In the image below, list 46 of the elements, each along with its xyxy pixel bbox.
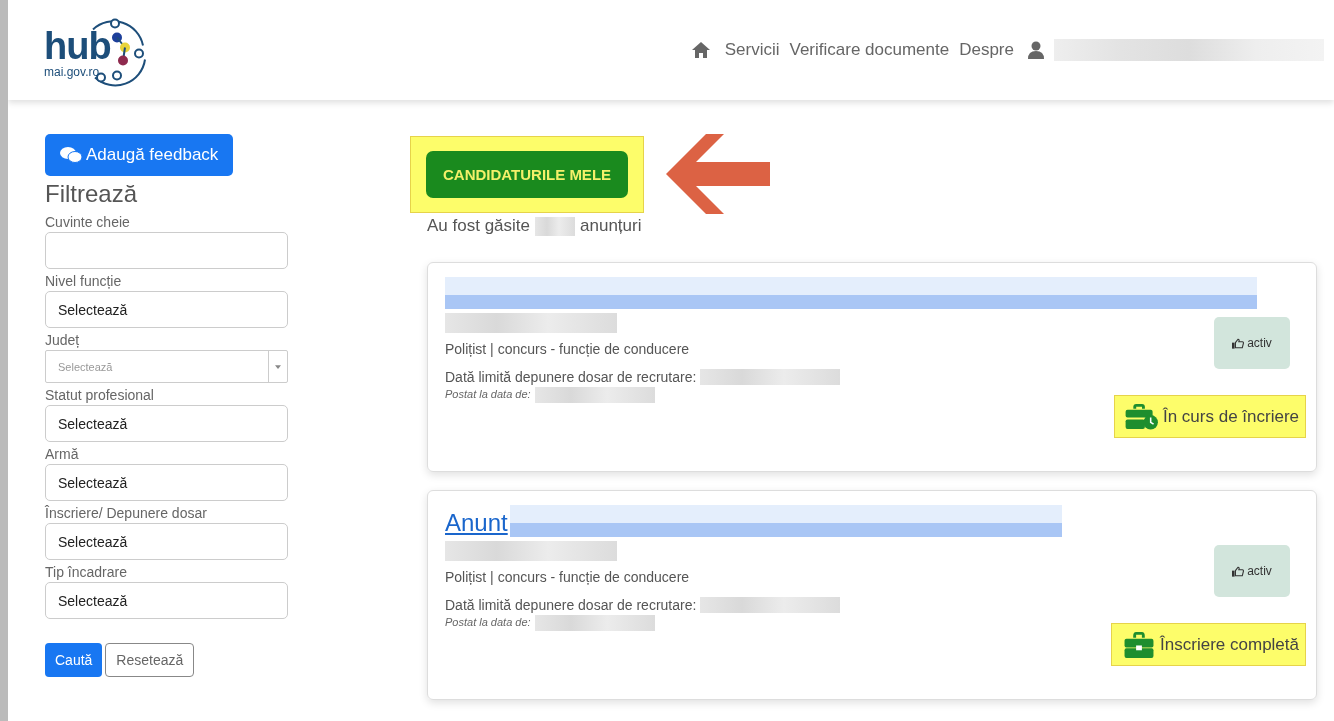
category-text: Polițist | concurs - funcție de conducere xyxy=(445,569,691,585)
my-applications-button[interactable]: CANDIDATURILE MELE xyxy=(426,150,629,198)
field-label: Cuvinte cheie xyxy=(45,214,131,230)
results-text: anunțuri xyxy=(580,216,642,236)
user-icon[interactable] xyxy=(1028,41,1044,59)
category-text: Polițist | concurs - funcție de conducere xyxy=(445,341,691,357)
deadline-label: Dată limită depunere dosar de recrutare: xyxy=(445,597,697,613)
application-status: În curs de încriere xyxy=(1113,395,1306,438)
caret-icon xyxy=(275,364,281,369)
nav-link[interactable]: Verificare documente xyxy=(789,40,950,60)
status-badge: activ xyxy=(1214,545,1290,597)
hub-logo[interactable]: hub mai.gov.ro xyxy=(40,7,150,93)
posted-label: Postat la data de: xyxy=(445,388,531,400)
briefcase-clock-icon xyxy=(1124,403,1159,430)
thumbs-up-icon xyxy=(1232,565,1245,577)
redacted-block xyxy=(535,216,575,236)
thumbs-up-icon xyxy=(1232,337,1245,349)
select-field[interactable]: Selectează xyxy=(45,405,288,442)
posted-label: Postat la data de: xyxy=(445,616,531,628)
select-field[interactable]: Selectează xyxy=(45,523,288,560)
select-field[interactable]: Selectează xyxy=(45,291,288,328)
nav-link[interactable]: Servicii xyxy=(724,40,780,60)
reset-button[interactable]: Resetează xyxy=(105,643,195,677)
home-icon[interactable] xyxy=(690,41,711,59)
deadline-label: Dată limită depunere dosar de recrutare: xyxy=(445,369,697,385)
field-label: Înscriere/ Depunere dosar xyxy=(45,505,208,521)
application-status: Înscriere completă xyxy=(1111,623,1306,666)
logo-word: hub xyxy=(44,25,111,67)
search-button[interactable]: Caută xyxy=(45,643,103,677)
logo-domain: mai.gov.ro xyxy=(44,65,100,79)
select-field[interactable]: Selectează xyxy=(45,582,288,619)
field-label: Armă xyxy=(45,446,80,462)
field-label: Tip încadrare xyxy=(45,564,128,580)
placeholder-text: Selectează xyxy=(58,360,113,373)
field-label: Statut profesional xyxy=(45,387,155,403)
field-label: Nivel funcție xyxy=(45,273,123,289)
select-field[interactable]: Selectează xyxy=(45,464,288,501)
feedback-button[interactable]: Adaugă feedback xyxy=(45,134,234,176)
nav-link[interactable]: Despre xyxy=(959,40,1014,60)
field-label: Județ xyxy=(45,332,81,348)
results-text: Au fost găsite xyxy=(427,216,530,236)
chat-icon xyxy=(60,146,82,164)
status-badge: activ xyxy=(1214,317,1290,369)
input-field[interactable] xyxy=(45,232,288,269)
listing-link[interactable]: Anunt xyxy=(445,509,508,537)
filter-title: Filtrează xyxy=(45,180,139,208)
